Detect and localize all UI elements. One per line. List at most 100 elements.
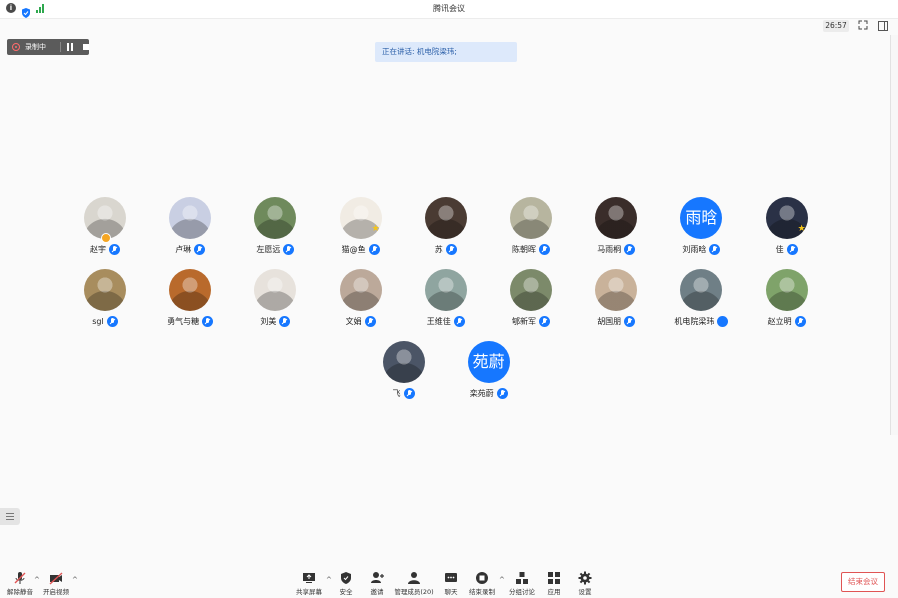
stop-recording-label: 结束录制 [469,588,495,596]
share-screen-icon [302,570,316,584]
participant-name: 猫@鱼 [341,244,366,254]
participant-tile[interactable]: 文娟 [317,269,405,339]
stop-recording-button[interactable]: 结束录制 [462,570,502,598]
microphone-icon [496,387,508,399]
meeting-timer: 26:57 [823,20,849,32]
participant-name: 勇气与糖 [167,316,200,326]
participant-tile[interactable]: 胡国朋 [572,269,660,339]
participant-tile[interactable]: 卢琳 [146,197,234,267]
participant-tile[interactable]: 王维佳 [402,269,490,339]
participant-name-row: 赵宇 [61,243,149,255]
participant-tile[interactable]: 雨晗 刘雨晗 [657,197,745,267]
participant-tile[interactable]: 郇新军 [487,269,575,339]
avatar [424,269,467,311]
participant-name-row: 刘美 [231,315,319,327]
avatar [254,197,297,239]
participant-name: 马雨桐 [597,244,622,254]
participant-tile[interactable]: 马雨桐 [572,197,660,267]
participant-tile[interactable]: sgl [61,269,149,339]
pause-recording-icon[interactable] [65,42,75,52]
unmute-label: 解除静音 [7,588,33,596]
avatar [765,269,808,311]
participant-name-row: 机电院梁玮 [657,315,745,327]
participant-name: 机电院梁玮 [674,316,715,326]
microphone-icon [624,315,636,327]
participant-tile[interactable]: ★ 猫@鱼 [317,197,405,267]
unmute-button[interactable]: 解除静音 [0,570,40,598]
speaking-indicator: 正在讲话: 机电院梁玮; [375,42,517,62]
microphone-icon [106,315,118,327]
members-icon [407,570,421,584]
avatar [254,269,297,311]
participant-name-row: 佳 [743,243,831,255]
participant-name: 刘美 [260,316,277,326]
microphone-icon [109,243,120,255]
participant-tile[interactable]: 勇气与糖 [146,269,234,339]
video-options-chevron-icon[interactable]: ^ [72,576,78,584]
microphone-icon [624,243,636,255]
microphone-icon [445,243,457,255]
participant-tile[interactable]: 赵宇 [61,197,149,267]
add-user-icon [370,570,384,584]
participant-name-row: 飞 [360,387,448,399]
participant-name: 文娟 [345,316,362,326]
participant-name-row: 左愿远 [231,243,319,255]
chat-icon [444,570,458,584]
avatar: 苑蔚 [467,341,510,383]
participant-name-row: 郇新军 [487,315,575,327]
manage-members-label: 管理成员(20) [394,588,434,596]
participant-name: 刘雨晗 [682,244,707,254]
share-screen-label: 共享屏幕 [296,588,322,596]
window-title: 腾讯会议 [433,4,465,13]
stop-record-icon [475,570,489,584]
sidebar-toggle-icon[interactable] [877,20,889,32]
participant-name: 左愿远 [256,244,281,254]
microphone-icon [368,243,380,255]
end-meeting-button[interactable]: 结束会议 [841,572,885,592]
recording-label: 录制中 [25,43,46,51]
participant-tile[interactable]: ★ 佳 [743,197,831,267]
fullscreen-icon[interactable] [857,20,869,32]
settings-button[interactable]: 设置 [565,570,605,598]
participant-name: 陈朝晖 [512,244,536,254]
start-video-button[interactable]: 开启视频 [36,570,76,598]
participant-tile[interactable]: 刘美 [231,269,319,339]
participant-tile[interactable]: 机电院梁玮 [657,269,745,339]
microphone-icon [709,243,721,255]
title-bar: i 腾讯会议 [0,0,898,19]
participant-name-row: 马雨桐 [572,243,660,255]
participant-name: 飞 [392,388,401,398]
participant-name-row: 苏 [402,243,490,255]
participant-tile[interactable]: 飞 [360,341,448,411]
participant-tile[interactable]: 苏 [402,197,490,267]
gear-icon [578,570,592,585]
stop-recording-icon[interactable] [81,42,91,52]
participant-name-row: 胡国朋 [572,315,660,327]
avatar [680,269,723,311]
microphone-icon [403,387,415,399]
avatar: 雨晗 [680,197,723,239]
manage-members-button[interactable]: 管理成员(20) [394,570,434,598]
microphone-muted-icon [13,570,27,584]
avatar [84,269,126,311]
host-badge-icon [101,233,111,243]
microphone-icon [202,315,214,327]
participant-tile[interactable]: 苑蔚 栾苑蔚 [445,341,533,411]
participant-tile[interactable]: 陈朝晖 [487,197,575,267]
microphone-icon [539,315,550,327]
camera-off-icon [49,570,63,585]
invite-button[interactable]: 邀请 [357,570,397,598]
list-icon[interactable] [0,508,20,525]
participant-name-row: 刘雨晗 [657,243,745,255]
invite-label: 邀请 [370,588,384,596]
apps-grid-icon [547,570,561,584]
share-screen-button[interactable]: 共享屏幕 [289,570,329,598]
participant-tile[interactable]: 左愿远 [231,197,319,267]
avatar [169,269,212,311]
breakout-rooms-icon [515,570,529,584]
participant-name: 胡国朋 [597,316,622,326]
recording-icon [12,43,20,51]
avatar [382,341,425,383]
participant-tile[interactable]: 赵立明 [743,269,831,339]
participant-name: 苏 [434,244,443,254]
